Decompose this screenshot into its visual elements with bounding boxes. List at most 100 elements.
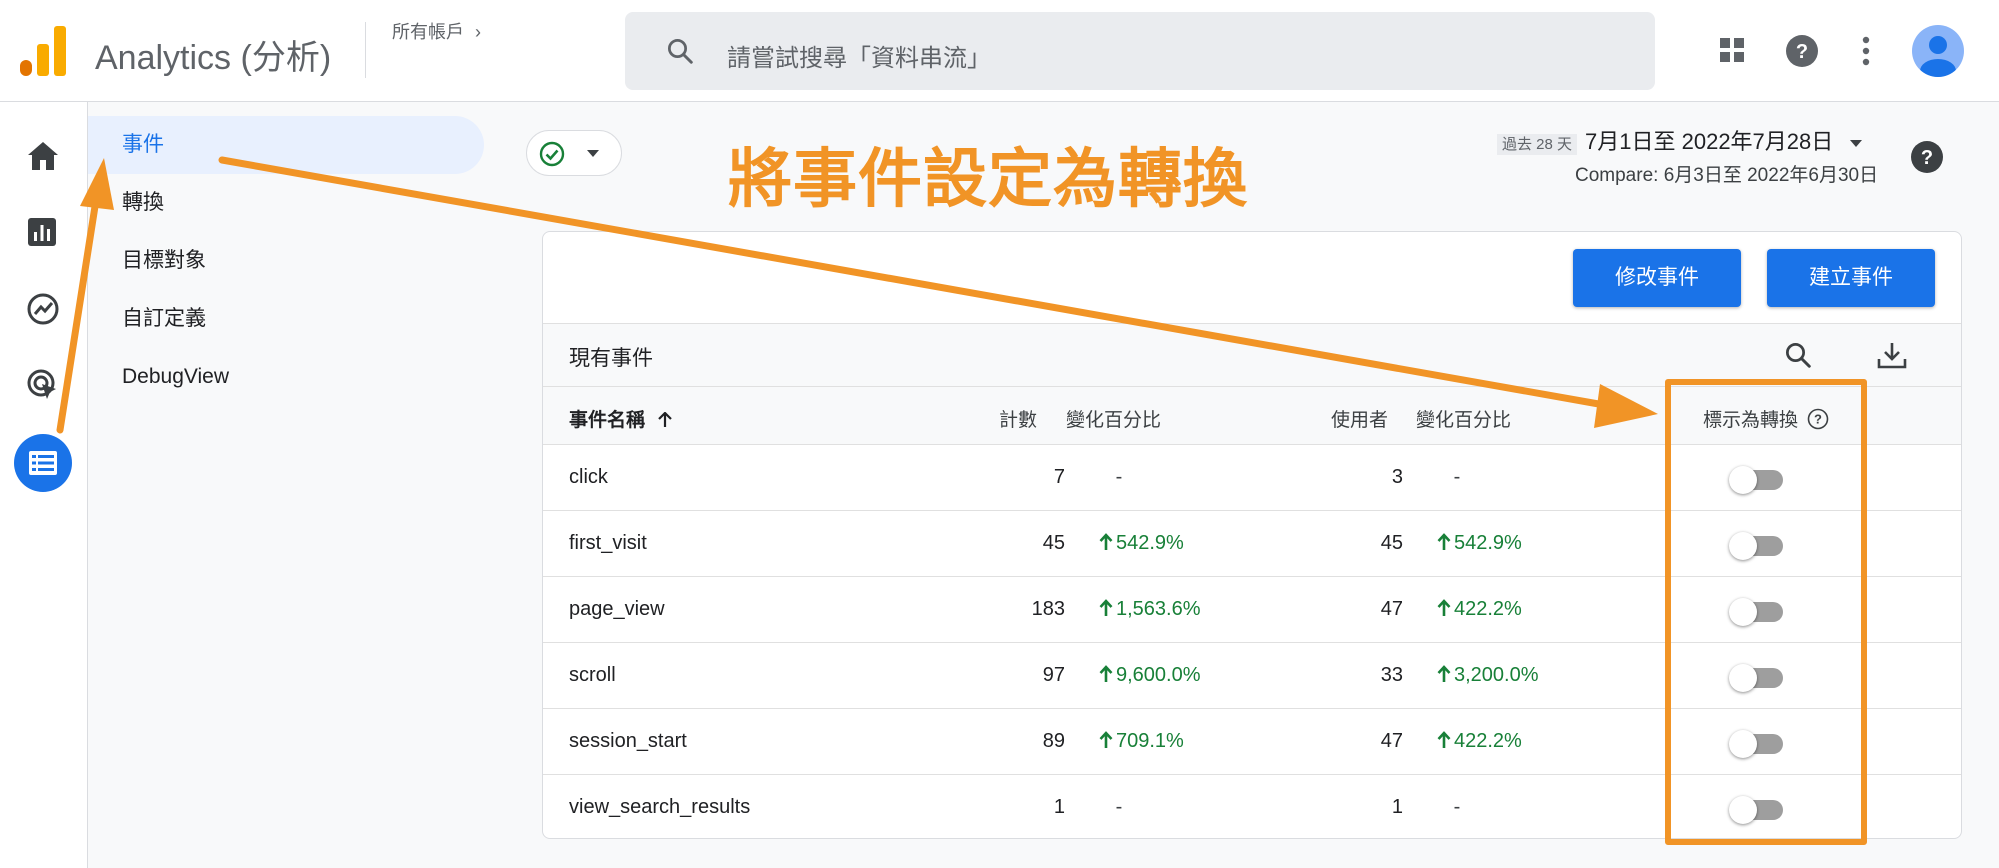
change-percent: 422.2% [1454,730,1522,752]
search-icon[interactable] [1783,340,1813,370]
change-percent: 9,600.0% [1116,664,1201,686]
chevron-right-icon: › [475,22,482,42]
users-count-cell: 3 [1391,466,1403,488]
svg-text:?: ? [1796,41,1808,63]
header-divider [365,22,366,78]
subnav-item-custom-definitions[interactable]: 自訂定義 [88,290,484,348]
home-icon[interactable] [26,140,60,172]
date-range-selector[interactable]: 過去 28 天 7月1日至 2022年7月28日 [1497,124,1863,156]
status-filter-chip[interactable] [526,130,622,176]
configure-icon[interactable] [14,434,72,492]
event-count-cell: 183 [1031,598,1065,620]
create-event-button[interactable]: 建立事件 [1767,249,1935,307]
event-name-cell: scroll [569,664,616,686]
account-breadcrumb[interactable]: 所有帳戶 › [392,18,481,44]
arrow-up-icon [1099,533,1113,550]
person-icon [1920,36,1956,77]
users-count-cell: 33 [1380,664,1403,686]
arrow-up-icon [1099,731,1113,748]
subnav-item-events[interactable]: 事件 [88,116,484,174]
top-bar: Analytics (分析) 所有帳戶 › 請嘗試搜尋「資料串流」 ? [0,0,1999,102]
annotation-title: 將事件設定為轉換 [728,143,1248,215]
arrow-drop-down-icon [587,150,599,157]
column-header-count-change[interactable]: 變化百分比 [1066,405,1161,432]
column-header-label: 事件名稱 [569,410,646,431]
subnav-item-label: 轉換 [122,191,164,214]
apps-grid-icon[interactable] [1718,36,1746,64]
users-change-cell: 422.2% [1437,598,1522,621]
change-percent: 709.1% [1116,730,1184,752]
column-header-count[interactable]: 計數 [999,405,1037,432]
event-name-cell: page_view [569,598,665,620]
change-percent: 3,200.0% [1454,664,1539,686]
column-header-event-name[interactable]: 事件名稱 [569,405,673,432]
arrow-up-icon [658,411,673,427]
change-percent: 422.2% [1454,598,1522,620]
users-change-cell: 422.2% [1437,730,1522,753]
arrow-up-icon [1437,731,1451,748]
arrow-up-icon [1437,533,1451,550]
help-icon[interactable]: ? [1785,34,1819,68]
count-change-cell: - [1115,466,1123,488]
table-toolbar: 現有事件 [543,323,1961,387]
users-change-cell: 542.9% [1437,532,1522,555]
count-change-cell: 9,600.0% [1099,664,1201,687]
subnav-item-label: 目標對象 [122,249,206,272]
event-name-cell: first_visit [569,532,647,554]
event-count-cell: 1 [1053,796,1065,818]
account-label: 所有帳戶 [392,22,464,42]
users-count-cell: 45 [1380,532,1403,554]
arrow-drop-down-icon [1850,139,1863,147]
help-icon[interactable]: ? [1910,140,1944,174]
change-percent: 1,563.6% [1116,598,1201,620]
date-compare-text: Compare: 6月3日至 2022年6月30日 [1575,165,1879,186]
count-change-cell: - [1115,796,1123,818]
event-count-cell: 97 [1042,664,1065,686]
change-percent: 542.9% [1454,532,1522,554]
event-name-cell: session_start [569,730,687,752]
date-range-text: 7月1日至 2022年7月28日 [1585,129,1834,154]
subnav-item-label: 事件 [122,133,164,156]
modify-event-button[interactable]: 修改事件 [1573,249,1741,307]
subnav-item-debugview[interactable]: DebugView [88,348,484,406]
subnav-item-label: DebugView [122,365,230,388]
users-count-cell: 47 [1380,598,1403,620]
arrow-up-icon [1099,665,1113,682]
arrow-up-icon [1437,599,1451,616]
left-rail [0,102,88,868]
users-count-cell: 47 [1380,730,1403,752]
change-percent: 542.9% [1116,532,1184,554]
date-range-prefix: 過去 28 天 [1497,134,1578,155]
analytics-logo[interactable] [20,26,66,76]
annotation-highlight-box [1665,379,1867,845]
explore-icon[interactable] [26,292,60,326]
users-change-cell: 3,200.0% [1437,664,1539,687]
more-vert-icon[interactable] [1860,36,1872,66]
check-circle-icon [539,141,565,167]
subnav-item-label: 自訂定義 [122,307,206,330]
event-name-cell: click [569,466,608,488]
users-change-cell: - [1453,796,1461,818]
account-avatar[interactable] [1912,25,1964,77]
column-header-users-change[interactable]: 變化百分比 [1416,405,1511,432]
search-placeholder: 請嘗試搜尋「資料串流」 [727,45,991,72]
count-change-cell: 542.9% [1099,532,1184,555]
reports-icon[interactable] [26,216,58,248]
count-change-cell: 1,563.6% [1099,598,1201,621]
event-count-cell: 45 [1042,532,1065,554]
list-icon [29,451,57,475]
event-name-cell: view_search_results [569,796,751,818]
event-count-cell: 89 [1042,730,1065,752]
event-count-cell: 7 [1053,466,1065,488]
arrow-up-icon [1099,599,1113,616]
arrow-up-icon [1437,665,1451,682]
count-change-cell: 709.1% [1099,730,1184,753]
download-icon[interactable] [1875,338,1909,372]
subnav-item-conversions[interactable]: 轉換 [88,174,484,232]
column-header-users[interactable]: 使用者 [1331,405,1388,432]
subnav-item-audiences[interactable]: 目標對象 [88,232,484,290]
table-title: 現有事件 [569,347,653,370]
search-bar[interactable]: 請嘗試搜尋「資料串流」 [625,12,1655,90]
advertising-icon[interactable] [26,368,60,402]
search-icon [668,39,693,64]
